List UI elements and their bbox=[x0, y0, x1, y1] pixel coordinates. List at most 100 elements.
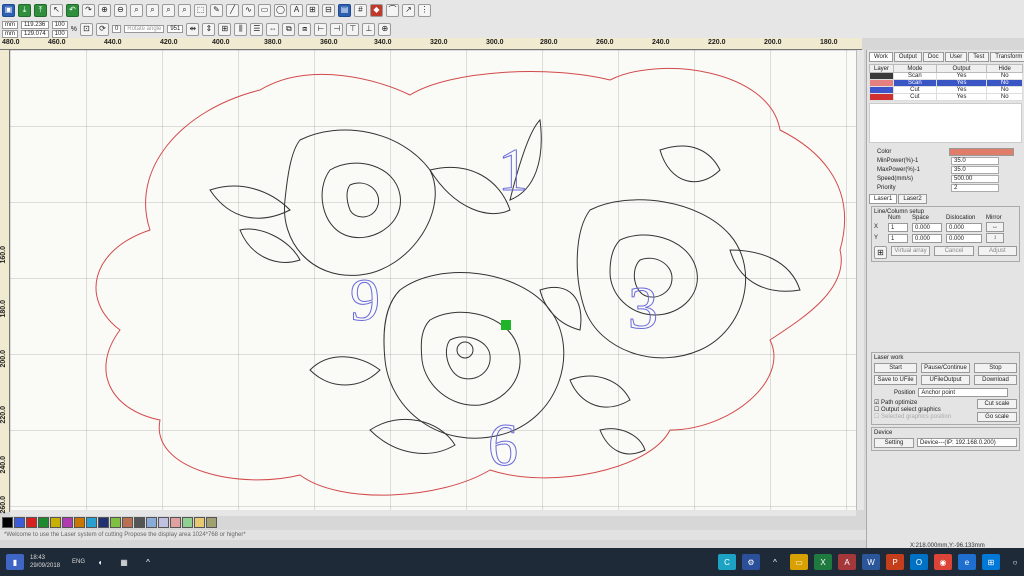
device-select[interactable]: Device---(IP: 192.168.0.200) bbox=[917, 438, 1017, 447]
same-size-icon[interactable]: ⇔ bbox=[266, 22, 280, 36]
align-icon[interactable]: ⊞ bbox=[306, 3, 319, 17]
angle-input[interactable]: 0 bbox=[111, 25, 122, 33]
palette-swatch[interactable] bbox=[2, 517, 13, 528]
tab-work[interactable]: Work bbox=[869, 52, 893, 62]
rotate-icon[interactable]: ⟳ bbox=[95, 22, 109, 36]
zoom-page-icon[interactable]: ⌕ bbox=[146, 3, 159, 17]
color-swatch[interactable] bbox=[949, 147, 1014, 156]
array-space-input[interactable]: 0.000 bbox=[912, 233, 942, 243]
array-cancel-button[interactable]: Cancel bbox=[934, 246, 974, 256]
table-row[interactable]: Scan Yes No bbox=[869, 79, 1023, 87]
palette-swatch[interactable] bbox=[194, 517, 205, 528]
export-icon[interactable]: ⤒ bbox=[34, 3, 47, 17]
mirror-h-icon[interactable]: ⇹ bbox=[186, 22, 200, 36]
palette-swatch[interactable] bbox=[158, 517, 169, 528]
tab-laser2[interactable]: Laser2 bbox=[898, 194, 927, 204]
array-grid-icon[interactable]: ⊞ bbox=[874, 246, 887, 259]
group-icon[interactable]: ⧉ bbox=[282, 22, 296, 36]
import-icon[interactable]: ⤓ bbox=[18, 3, 31, 17]
select-icon[interactable]: ⬚ bbox=[194, 3, 207, 17]
x-position-input[interactable]: 119.236 bbox=[21, 20, 49, 29]
min-power-input[interactable]: 35.0 bbox=[951, 156, 999, 165]
drawing-canvas[interactable]: 1 9 3 6 bbox=[10, 50, 856, 510]
palette-swatch[interactable] bbox=[86, 517, 97, 528]
monitor-icon[interactable]: ▤ bbox=[338, 3, 351, 17]
palette-swatch[interactable] bbox=[38, 517, 49, 528]
palette-swatch[interactable] bbox=[146, 517, 157, 528]
save-icon[interactable]: ▣ bbox=[2, 3, 15, 17]
download-button[interactable]: Download bbox=[973, 375, 1017, 385]
array-adjust-button[interactable]: Adjust bbox=[977, 246, 1017, 256]
tab-output[interactable]: Output bbox=[893, 52, 922, 62]
zoom-all-icon[interactable]: ⌕ bbox=[178, 3, 191, 17]
stop-button[interactable]: Stop bbox=[973, 363, 1017, 373]
ruler-icon[interactable]: ⋮ bbox=[418, 3, 431, 17]
tab-user[interactable]: User bbox=[944, 52, 968, 62]
rectangle-icon[interactable]: ▭ bbox=[258, 3, 271, 17]
selected-position-checkbox[interactable]: ☐ Selected graphics position bbox=[874, 413, 951, 420]
align-right-icon[interactable]: ⊣ bbox=[330, 22, 344, 36]
zoom-fit-icon[interactable]: ⌕ bbox=[130, 3, 143, 17]
language-indicator[interactable]: ENG bbox=[72, 559, 85, 565]
palette-swatch[interactable] bbox=[74, 517, 85, 528]
zoom-out-icon[interactable]: ⊖ bbox=[114, 3, 127, 17]
palette-swatch[interactable] bbox=[122, 517, 133, 528]
distribute-h-icon[interactable]: ⫼ bbox=[234, 22, 248, 36]
start-button[interactable]: Start bbox=[874, 363, 918, 373]
curve-icon[interactable]: ∿ bbox=[242, 3, 255, 17]
search-icon[interactable]: C bbox=[718, 554, 736, 570]
palette-swatch[interactable] bbox=[98, 517, 109, 528]
word-icon[interactable]: W bbox=[862, 554, 880, 570]
tab-doc[interactable]: Doc bbox=[922, 52, 944, 62]
array-num-input[interactable]: 1 bbox=[888, 222, 908, 232]
tab-transform[interactable]: Transform bbox=[990, 52, 1024, 62]
size-input[interactable]: 951 bbox=[167, 25, 184, 33]
edge-icon[interactable]: e bbox=[958, 554, 976, 570]
table-row[interactable]: Scan Yes No bbox=[869, 72, 1023, 80]
palette-swatch[interactable] bbox=[110, 517, 121, 528]
align-left-icon[interactable]: ⊢ bbox=[314, 22, 328, 36]
cut-path-icon[interactable]: ⌒ bbox=[386, 3, 399, 17]
tab-laser1[interactable]: Laser1 bbox=[869, 194, 898, 204]
align-bottom-icon[interactable]: ⊥ bbox=[362, 22, 376, 36]
virtual-array-button[interactable]: Virtual array bbox=[890, 246, 931, 256]
chrome-icon[interactable]: ◉ bbox=[934, 554, 952, 570]
table-row[interactable]: Cut Yes No bbox=[869, 86, 1023, 94]
color-array-icon[interactable]: ◆ bbox=[370, 3, 383, 17]
text-icon[interactable]: A bbox=[290, 3, 303, 17]
cut-scale-button[interactable]: Cut scale bbox=[977, 399, 1017, 409]
distribute-icon[interactable]: ⊟ bbox=[322, 3, 335, 17]
array-dislocation-input[interactable]: 0.000 bbox=[946, 233, 982, 243]
align-center-icon[interactable]: ⊕ bbox=[378, 22, 392, 36]
vertical-scrollbar[interactable] bbox=[856, 50, 864, 510]
scale-x-input[interactable]: 100 bbox=[51, 20, 68, 29]
mirror-y-button[interactable]: ↕ bbox=[986, 233, 1004, 243]
tab-test[interactable]: Test bbox=[968, 52, 990, 62]
laser-app-taskbar-icon[interactable]: ⚙ bbox=[742, 554, 760, 570]
node-edit-icon[interactable]: ✎ bbox=[210, 3, 223, 17]
undo-icon[interactable]: ↶ bbox=[66, 3, 79, 17]
cortana-icon[interactable]: ○ bbox=[1006, 554, 1024, 570]
palette-swatch[interactable] bbox=[14, 517, 25, 528]
array-num-input[interactable]: 1 bbox=[888, 233, 908, 243]
distribute-v-icon[interactable]: ☰ bbox=[250, 22, 264, 36]
priority-input[interactable]: 2 bbox=[951, 183, 999, 192]
arrow-up-icon[interactable]: ^ bbox=[766, 554, 784, 570]
cursor-icon[interactable]: ↖ bbox=[50, 3, 63, 17]
mirror-x-button[interactable]: ↔ bbox=[986, 222, 1004, 232]
array-dislocation-input[interactable]: 0.000 bbox=[946, 222, 982, 232]
pause-continue-button[interactable]: Pause/Continue bbox=[921, 363, 970, 373]
y-position-input[interactable]: 129.074 bbox=[21, 29, 49, 38]
palette-swatch[interactable] bbox=[50, 517, 61, 528]
grid-icon[interactable]: # bbox=[354, 3, 367, 17]
lock-ratio-icon[interactable]: ⊡ bbox=[79, 22, 93, 36]
access-icon[interactable]: A bbox=[838, 554, 856, 570]
path-optimize-checkbox[interactable]: ☑ Path optimize bbox=[874, 399, 951, 406]
network-icon[interactable]: ▦ bbox=[115, 554, 133, 570]
setting-button[interactable]: Setting bbox=[874, 438, 914, 448]
powerpoint-icon[interactable]: P bbox=[886, 554, 904, 570]
palette-swatch[interactable] bbox=[62, 517, 73, 528]
laser-icon[interactable]: ↗ bbox=[402, 3, 415, 17]
align-top-icon[interactable]: ⊤ bbox=[346, 22, 360, 36]
speed-input[interactable]: 500.00 bbox=[951, 174, 999, 183]
